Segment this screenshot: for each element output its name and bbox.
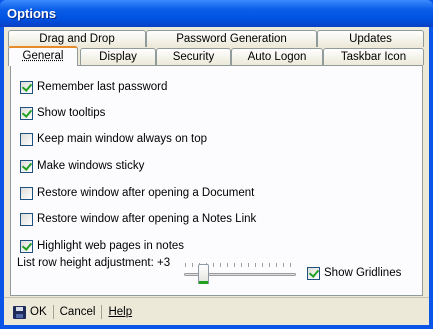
tab-label: Security	[172, 51, 215, 63]
checkbox-label: Make windows sticky	[37, 160, 145, 172]
keep-main-window-on-top-checkbox[interactable]: Keep main window always on top	[20, 131, 207, 147]
checkbox-label: Highlight web pages in notes	[37, 240, 185, 252]
tab-drag-and-drop[interactable]: Drag and Drop	[8, 30, 146, 47]
checkbox-label: Remember last password	[37, 81, 168, 93]
help-button[interactable]: Help	[102, 306, 138, 318]
checkbox-box[interactable]	[20, 239, 33, 253]
floppy-disk-icon	[13, 305, 26, 319]
general-tab-panel: Remember last password Show tooltips Kee…	[10, 65, 423, 296]
ok-button[interactable]: OK	[7, 305, 53, 319]
tab-label: General	[22, 50, 64, 62]
restore-after-document-checkbox[interactable]: Restore window after opening a Document	[20, 185, 254, 201]
show-gridlines-checkbox[interactable]: Show Gridlines	[307, 265, 401, 281]
show-tooltips-checkbox[interactable]: Show tooltips	[20, 105, 105, 121]
tab-updates[interactable]: Updates	[317, 30, 424, 47]
bottom-separator	[4, 297, 429, 298]
tab-taskbar-icon[interactable]: Taskbar Icon	[323, 48, 424, 65]
options-window: Options Drag and Drop Password Generatio…	[0, 0, 433, 329]
checkbox-box[interactable]	[20, 186, 33, 200]
button-bar: OK Cancel Help	[7, 304, 138, 320]
checkbox-box[interactable]	[20, 132, 33, 146]
window-title: Options	[7, 6, 57, 21]
slider-thumb[interactable]	[198, 264, 209, 284]
tab-password-generation[interactable]: Password Generation	[146, 30, 317, 47]
cancel-button[interactable]: Cancel	[54, 306, 102, 318]
tab-display[interactable]: Display	[80, 48, 156, 65]
tab-security[interactable]: Security	[156, 48, 231, 65]
help-label: Help	[108, 306, 133, 318]
dialog-client: Drag and Drop Password Generation Update…	[4, 27, 429, 325]
tab-label: Password Generation	[176, 33, 287, 45]
checkbox-label: Restore window after opening a Document	[37, 187, 255, 199]
checkbox-box[interactable]	[307, 266, 320, 280]
highlight-web-pages-checkbox[interactable]: Highlight web pages in notes	[20, 238, 184, 254]
cancel-label: Cancel	[59, 306, 96, 318]
ok-label: OK	[30, 306, 47, 318]
tab-general[interactable]: General	[8, 46, 78, 66]
checkbox-label: Show tooltips	[37, 107, 106, 119]
checkbox-label: Restore window after opening a Notes Lin…	[37, 213, 257, 225]
tab-label: Display	[99, 51, 137, 63]
checkbox-box[interactable]	[20, 80, 33, 94]
checkbox-box[interactable]	[20, 159, 33, 173]
remember-last-password-checkbox[interactable]: Remember last password	[20, 79, 167, 95]
make-windows-sticky-checkbox[interactable]: Make windows sticky	[20, 158, 144, 174]
tab-label: Auto Logon	[247, 51, 307, 63]
checkbox-box[interactable]	[20, 106, 33, 120]
tab-auto-logon[interactable]: Auto Logon	[231, 48, 323, 65]
title-bar[interactable]: Options	[0, 0, 433, 27]
tab-label: Drag and Drop	[39, 33, 115, 45]
checkbox-label: Show Gridlines	[324, 267, 402, 279]
checkbox-box[interactable]	[20, 212, 33, 226]
tab-label: Updates	[349, 33, 392, 45]
restore-after-notes-link-checkbox[interactable]: Restore window after opening a Notes Lin…	[20, 211, 256, 227]
tab-label: Taskbar Icon	[340, 51, 407, 63]
checkbox-label: Keep main window always on top	[37, 133, 208, 145]
